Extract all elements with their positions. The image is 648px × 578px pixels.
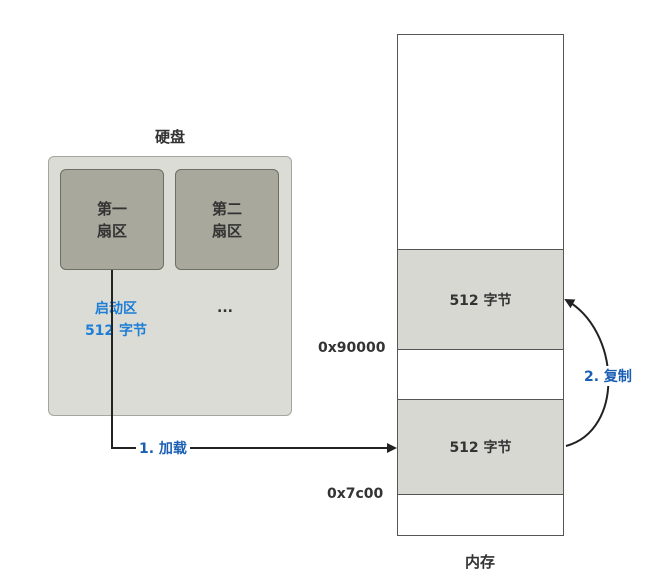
copy-arrow-label: 2. 复制 bbox=[582, 366, 634, 386]
arrows-overlay bbox=[111, 270, 610, 453]
load-arrow-label: 1. 加载 bbox=[136, 438, 190, 458]
load-arrow-line bbox=[111, 270, 397, 453]
